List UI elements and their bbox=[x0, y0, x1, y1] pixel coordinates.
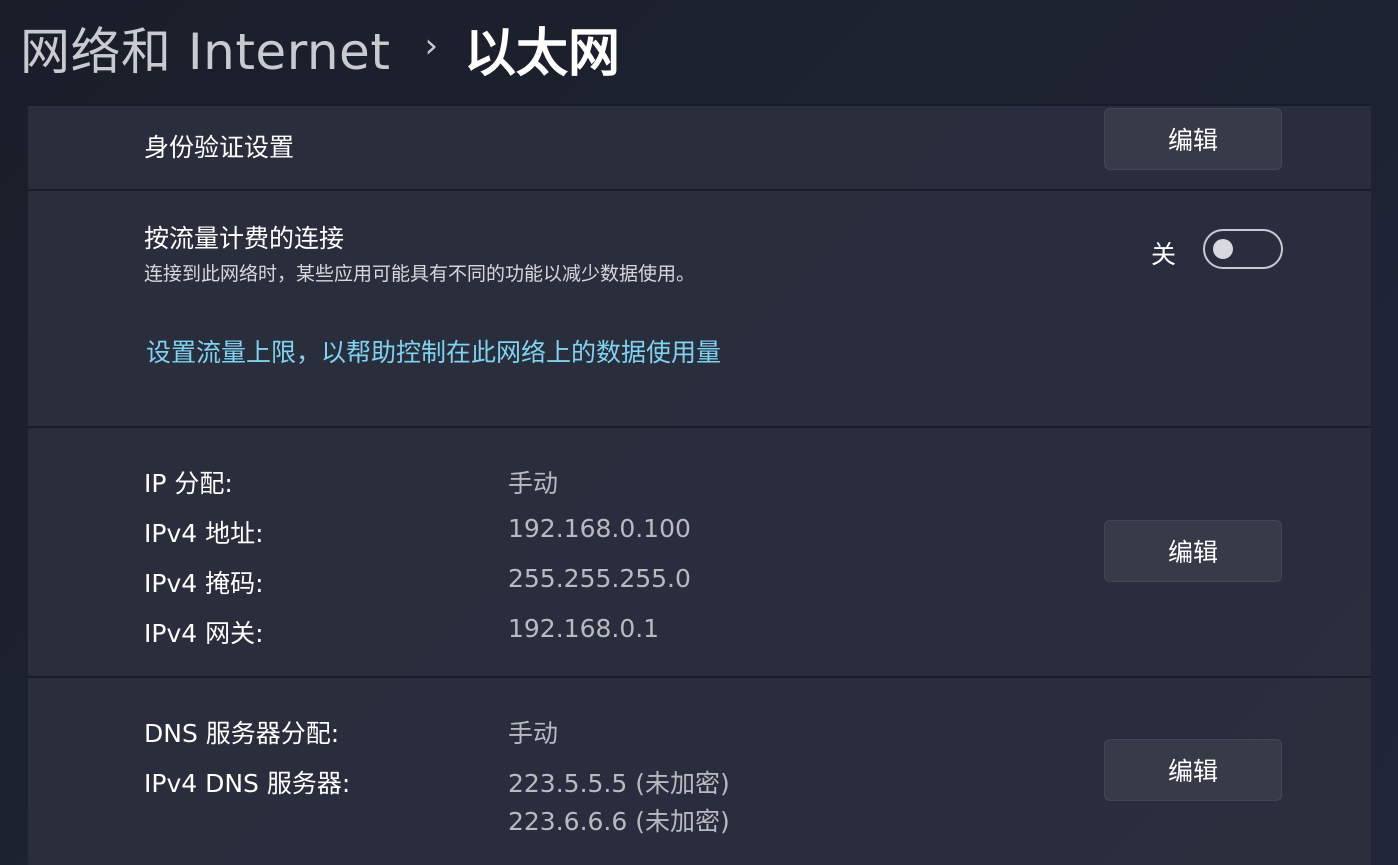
metered-connection-card: 按流量计费的连接 连接到此网络时，某些应用可能具有不同的功能以减少数据使用。 关… bbox=[28, 189, 1371, 426]
settings-page: 网络和 Internet › 以太网 身份验证设置 编辑 按流量计费的连接 连接… bbox=[0, 0, 1398, 865]
dns-edit-button[interactable]: 编辑 bbox=[1104, 739, 1282, 801]
breadcrumb-network-internet[interactable]: 网络和 Internet bbox=[20, 12, 390, 84]
dns-server-primary: 223.5.5.5 (未加密) bbox=[508, 769, 730, 798]
dns-assignment-label: DNS 服务器分配: bbox=[144, 719, 340, 748]
metered-connection-title: 按流量计费的连接 bbox=[144, 224, 345, 253]
dns-server-secondary: 223.6.6.6 (未加密) bbox=[508, 807, 730, 836]
ipv4-gateway-label: IPv4 网关: bbox=[144, 619, 264, 648]
metered-connection-description: 连接到此网络时，某些应用可能具有不同的功能以减少数据使用。 bbox=[144, 263, 696, 285]
page-title: 以太网 bbox=[464, 23, 621, 84]
set-data-limit-link[interactable]: 设置流量上限，以帮助控制在此网络上的数据使用量 bbox=[146, 333, 721, 369]
ip-assignment-value: 手动 bbox=[508, 469, 559, 498]
ipv4-address-label: IPv4 地址: bbox=[144, 519, 264, 548]
ipv4-mask-value: 255.255.255.0 bbox=[508, 564, 691, 593]
auth-edit-button[interactable]: 编辑 bbox=[1104, 108, 1282, 170]
ipv4-gateway-value: 192.168.0.1 bbox=[508, 614, 660, 643]
ipv4-dns-servers-label: IPv4 DNS 服务器: bbox=[144, 769, 351, 798]
toggle-knob bbox=[1213, 239, 1233, 259]
metered-toggle-state: 关 bbox=[1151, 240, 1177, 269]
ip-settings-card: IP 分配: 手动 IPv4 地址: 192.168.0.100 IPv4 掩码… bbox=[28, 426, 1371, 676]
dns-settings-card: DNS 服务器分配: 手动 IPv4 DNS 服务器: 223.5.5.5 (未… bbox=[28, 676, 1371, 865]
chevron-right-icon: › bbox=[424, 26, 439, 66]
dns-assignment-value: 手动 bbox=[508, 719, 559, 748]
ipv4-address-value: 192.168.0.100 bbox=[508, 514, 691, 543]
ipv4-mask-label: IPv4 掩码: bbox=[144, 569, 264, 598]
breadcrumb: 网络和 Internet › 以太网 bbox=[20, 8, 620, 88]
ip-assignment-label: IP 分配: bbox=[144, 469, 233, 498]
ip-edit-button[interactable]: 编辑 bbox=[1104, 520, 1282, 582]
metered-connection-toggle[interactable] bbox=[1203, 229, 1283, 269]
auth-settings-card: 身份验证设置 编辑 bbox=[28, 104, 1371, 190]
auth-settings-title: 身份验证设置 bbox=[144, 133, 295, 162]
